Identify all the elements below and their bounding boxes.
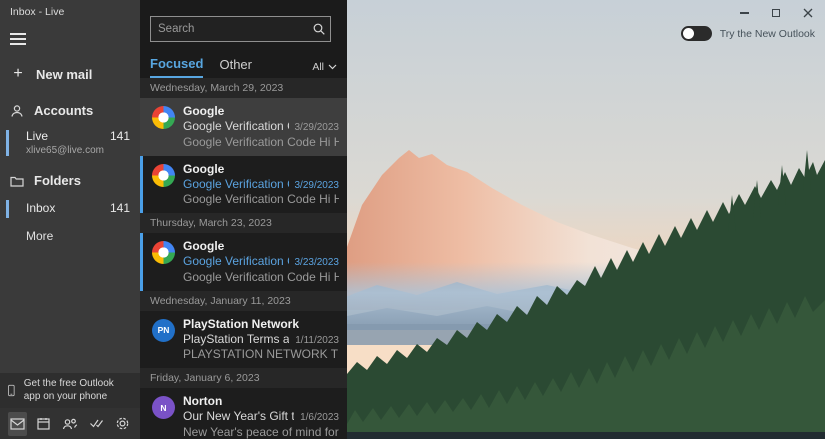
email-date: 3/29/2023 — [294, 179, 340, 191]
tab-focused[interactable]: Focused — [150, 56, 204, 78]
email-row-google-2[interactable]: Google Google Verification Code 3/29/202… — [140, 155, 347, 213]
phone-icon — [8, 384, 15, 397]
google-avatar — [152, 163, 175, 187]
tab-other[interactable]: Other — [219, 57, 252, 77]
people-nav-button[interactable] — [60, 412, 79, 436]
new-mail-button[interactable]: + New mail — [0, 58, 140, 90]
calendar-icon — [37, 418, 50, 430]
calendar-nav-button[interactable] — [34, 412, 53, 436]
email-sender: PlayStation Network — [183, 316, 300, 331]
search-icon[interactable] — [312, 22, 326, 36]
outlook-app-banner[interactable]: Get the free Outlook app on your phone — [0, 373, 140, 408]
window-title: Inbox - Live — [10, 6, 65, 18]
accounts-label: Accounts — [34, 103, 94, 118]
close-icon — [803, 8, 813, 18]
sidebar-item-account-live[interactable]: Live 141 xlive65@live.com — [0, 125, 140, 160]
email-date: 3/29/2023 — [294, 122, 340, 133]
todo-nav-button[interactable] — [87, 412, 106, 436]
email-sender: Google — [183, 239, 225, 253]
email-sender: Google — [183, 161, 225, 176]
close-button[interactable] — [797, 4, 819, 22]
date-header: Wednesday, March 29, 2023 — [140, 78, 347, 98]
date-header: Friday, January 6, 2023 — [140, 368, 347, 388]
email-subject: Google Verification Code — [183, 176, 289, 191]
norton-avatar: N — [152, 396, 175, 419]
playstation-avatar: PN — [152, 318, 175, 342]
email-row-norton[interactable]: N Norton Our New Year's Gift to you – No… — [140, 388, 347, 439]
email-date: 1/11/2023 — [295, 334, 339, 346]
date-header: Thursday, March 23, 2023 — [140, 213, 347, 233]
maximize-button[interactable] — [765, 4, 787, 22]
toggle-knob — [682, 28, 694, 39]
filter-dropdown-value: All — [312, 61, 324, 73]
email-subject: PlayStation Terms and Privacy Policy — [183, 331, 290, 346]
filter-dropdown[interactable]: All — [312, 61, 337, 73]
email-sender: Norton — [183, 394, 223, 408]
email-row-playstation[interactable]: PN PlayStation Network PlayStation Terms… — [140, 310, 347, 368]
new-outlook-toggle[interactable] — [680, 26, 712, 41]
people-icon — [62, 418, 78, 429]
email-list: Wednesday, March 29, 2023 Google Google … — [140, 78, 347, 439]
chevron-down-icon — [328, 64, 337, 70]
settings-nav-button[interactable] — [113, 412, 132, 436]
mail-icon — [10, 417, 25, 430]
try-new-outlook-row: Try the New Outlook — [680, 26, 815, 41]
email-subject: Google Verification Code — [183, 119, 289, 133]
email-row-google-3[interactable]: Google Google Verification Code 3/23/202… — [140, 233, 347, 291]
more-folders-button[interactable]: More — [0, 221, 140, 251]
bottom-navigation-bar — [0, 408, 140, 439]
folders-header[interactable]: Folders — [0, 166, 140, 195]
email-preview: Google Verification Code Hi Hani, W — [183, 269, 339, 284]
inbox-selected-bar — [6, 200, 9, 218]
reading-pane-background: Try the New Outlook — [347, 0, 825, 439]
account-email: xlive65@live.com — [26, 145, 104, 156]
google-avatar — [152, 241, 175, 264]
email-preview: Google Verification Code Hi Hani, W — [183, 192, 339, 206]
gear-icon — [116, 417, 129, 430]
email-preview: Google Verification Code Hi Hani, W — [183, 134, 339, 149]
google-avatar — [152, 106, 175, 129]
hamburger-menu-icon[interactable] — [2, 26, 36, 52]
email-sender: Google — [183, 104, 225, 118]
account-unread-count: 141 — [109, 129, 130, 143]
email-subject: Google Verification Code — [183, 254, 289, 268]
focused-other-tabs: Focused Other All — [140, 48, 347, 78]
new-mail-label: New mail — [36, 66, 93, 82]
sidebar: Inbox - Live + New mail Accounts Live 14… — [0, 0, 140, 439]
folder-icon — [10, 176, 24, 187]
search-input[interactable] — [158, 23, 312, 35]
folders-label: Folders — [34, 173, 81, 188]
plus-icon: + — [13, 65, 23, 82]
mail-nav-button[interactable] — [8, 411, 28, 436]
email-date: 3/23/2023 — [294, 257, 340, 268]
try-new-outlook-label: Try the New Outlook — [719, 27, 815, 40]
email-preview: New Year's peace of mind for just $4: — [183, 424, 339, 439]
sidebar-item-inbox[interactable]: Inbox 141 — [0, 195, 140, 221]
outlook-app-banner-text: Get the free Outlook app on your phone — [23, 378, 114, 402]
search-box[interactable] — [150, 16, 331, 42]
accounts-header[interactable]: Accounts — [0, 96, 140, 125]
minimize-button[interactable] — [733, 4, 755, 22]
todo-checkmarks-icon — [89, 419, 103, 428]
date-header: Wednesday, January 11, 2023 — [140, 290, 347, 311]
account-name: Live — [26, 129, 49, 143]
account-selected-bar — [6, 130, 9, 156]
maximize-icon — [772, 9, 780, 17]
mountain-photo — [347, 0, 825, 439]
person-icon — [11, 104, 23, 117]
email-date: 1/6/2023 — [300, 412, 339, 423]
message-list-pane: Focused Other All Wednesday, March 29, 2… — [140, 0, 347, 439]
email-preview: PLAYSTATION NETWORK TERMS OF — [183, 347, 339, 361]
email-subject: Our New Year's Gift to you – Norton ! — [183, 409, 295, 423]
search-row — [140, 0, 347, 48]
minimize-icon — [739, 12, 749, 14]
inbox-unread-count: 141 — [109, 201, 130, 215]
inbox-label: Inbox — [26, 201, 56, 215]
window-controls — [733, 4, 819, 22]
mail-app-window: Inbox - Live + New mail Accounts Live 14… — [0, 0, 825, 439]
email-row-google-1[interactable]: Google Google Verification Code 3/29/202… — [140, 98, 347, 156]
